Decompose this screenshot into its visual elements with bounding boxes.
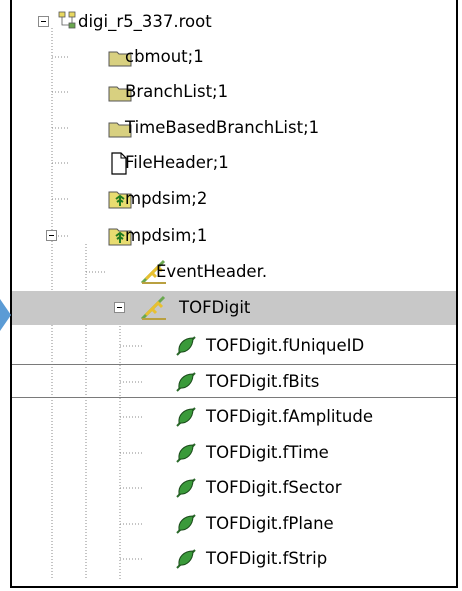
- leaf-icon: [176, 443, 196, 463]
- tree-label: BranchList;1: [125, 82, 229, 101]
- tree-label: mpdsim;2: [125, 189, 208, 208]
- collapse-toggle-icon[interactable]: [38, 16, 49, 27]
- tree-row-branchlist[interactable]: BranchList;1: [12, 75, 456, 109]
- tree-row-tofdigit[interactable]: TOFDigit: [12, 291, 456, 325]
- tree-row-cbmout[interactable]: cbmout;1: [12, 40, 456, 74]
- leaf-icon: [176, 478, 196, 498]
- tree-row-eventheader[interactable]: EventHeader.: [12, 255, 456, 289]
- tree-label: TOFDigit.fBits: [206, 372, 320, 391]
- pointer-arrow-icon: [0, 299, 11, 331]
- leaf-icon: [176, 514, 196, 534]
- leaf-icon: [176, 407, 196, 427]
- tree-label: EventHeader.: [156, 262, 268, 281]
- collapse-toggle-icon[interactable]: [46, 230, 57, 241]
- tree-label: TOFDigit.fUniqueID: [206, 336, 365, 355]
- tree-row-leaf-fplane[interactable]: TOFDigit.fPlane: [12, 507, 456, 541]
- tree-label: TOFDigit.fTime: [206, 443, 329, 462]
- tree-label: digi_r5_337.root: [78, 12, 212, 31]
- tree-label: TOFDigit.fStrip: [206, 549, 328, 568]
- tree-row-leaf-fsector[interactable]: TOFDigit.fSector: [12, 471, 456, 505]
- tree-row-mpdsim-2[interactable]: mpdsim;2: [12, 182, 456, 216]
- tree-label: TOFDigit.fPlane: [206, 514, 334, 533]
- tree-label: cbmout;1: [125, 47, 204, 66]
- tree-row-fileheader[interactable]: FileHeader;1: [12, 146, 456, 180]
- collapse-toggle-icon[interactable]: [114, 302, 125, 313]
- tree-row-leaf-ftime[interactable]: TOFDigit.fTime: [12, 436, 456, 470]
- tree-label: TOFDigit.fAmplitude: [206, 407, 373, 426]
- tree-label: mpdsim;1: [125, 226, 208, 245]
- tree-row-leaf-funiqueid[interactable]: TOFDigit.fUniqueID: [12, 329, 456, 363]
- tree-row-mpdsim-1[interactable]: mpdsim;1: [12, 219, 456, 253]
- tree-row-leaf-famplitude[interactable]: TOFDigit.fAmplitude: [12, 400, 456, 434]
- leaf-icon: [176, 372, 196, 392]
- tree-row-root[interactable]: digi_r5_337.root: [12, 5, 456, 39]
- leaf-icon: [176, 336, 196, 356]
- tree-row-leaf-fstrip[interactable]: TOFDigit.fStrip: [12, 542, 456, 576]
- branch-icon: [140, 295, 166, 321]
- tree-row-timebasedbranchlist[interactable]: TimeBasedBranchList;1: [12, 111, 456, 145]
- leaf-icon: [176, 549, 196, 569]
- tree-label: TOFDigit: [179, 298, 251, 317]
- tree-label: TOFDigit.fSector: [206, 478, 342, 497]
- tree-row-leaf-fbits[interactable]: TOFDigit.fBits: [12, 364, 456, 398]
- tree-label: TimeBasedBranchList;1: [125, 118, 320, 137]
- tree-label: FileHeader;1: [125, 153, 229, 172]
